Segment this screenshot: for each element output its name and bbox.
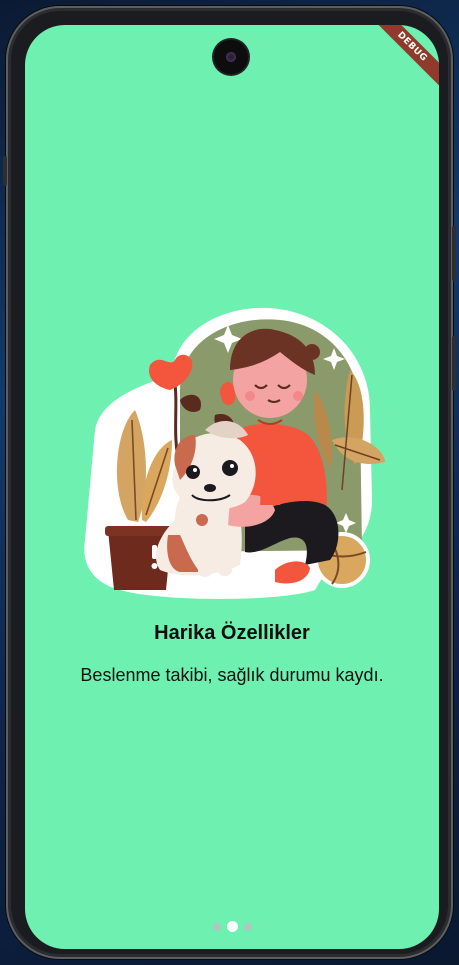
front-camera (214, 40, 248, 74)
mute-switch (3, 156, 7, 186)
onboarding-title: Harika Özellikler (154, 622, 310, 644)
onboarding-subtitle: Beslenme takibi, sağlık durumu kaydı. (80, 665, 384, 685)
app-screen: DEBUG Harika Özellikler Beslenme takibi,… (25, 25, 439, 949)
page-dot-2[interactable] (226, 921, 238, 932)
page-dot-3[interactable] (243, 922, 252, 931)
page-dot-1[interactable] (212, 922, 221, 931)
volume-button (452, 226, 456, 281)
power-button (452, 336, 456, 391)
boy-with-dog-illustration (84, 307, 385, 599)
page-indicator (25, 921, 439, 932)
